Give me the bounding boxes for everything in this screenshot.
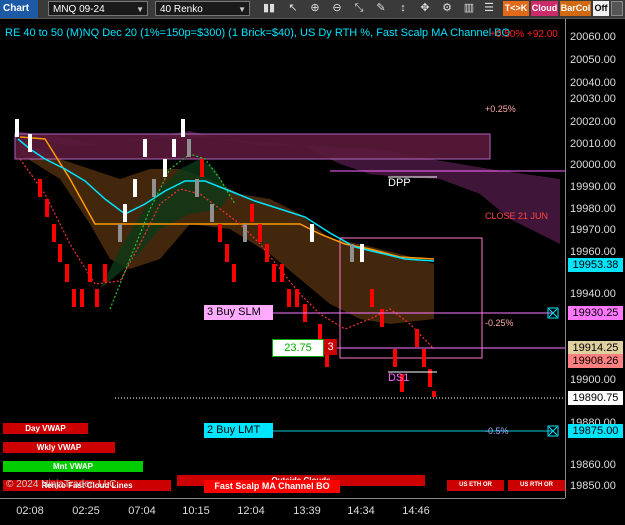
price-marker-top: 19953.38 <box>568 258 623 272</box>
x-tick-label: 02:08 <box>16 505 44 517</box>
buy-lmt-order-label[interactable]: 2 Buy LMT <box>204 423 273 438</box>
x-tick-label: 07:04 <box>128 505 156 517</box>
pct-plus-label: +0.25% <box>485 104 516 114</box>
price-marker-last: 19908.26 <box>568 354 623 368</box>
cursor-icon[interactable]: ↖ <box>286 1 300 16</box>
us-rth-or-button[interactable]: US RTH OR <box>508 480 565 491</box>
price-marker-buy-lmt: 19875.00 <box>568 424 623 438</box>
copyright-text: © 2024 NinjaTrader, LLC <box>6 479 117 490</box>
y-tick-label: 20040.00 <box>570 77 616 89</box>
share-icon[interactable] <box>611 1 623 16</box>
day-vwap-button[interactable]: Day VWAP <box>3 423 88 434</box>
dpp-label: DPP <box>388 177 411 189</box>
chevron-down-icon: ▼ <box>136 5 144 14</box>
y-tick-label: 19960.00 <box>570 246 616 258</box>
mnt-vwap-button[interactable]: Mnt VWAP <box>3 461 143 472</box>
position-pnl-value: 23.75 <box>272 339 324 357</box>
x-tick-label: 02:25 <box>72 505 100 517</box>
cloud-toggle[interactable]: Cloud <box>531 1 558 16</box>
zone-box-top <box>14 133 491 160</box>
chart-title: RE 40 to 50 (M)NQ Dec 20 (1%=150p=$300) … <box>5 27 511 39</box>
barcol-toggle[interactable]: BarCol <box>560 1 591 16</box>
zoom-out-icon[interactable]: ⊖ <box>330 1 344 16</box>
y-tick-label: 19990.00 <box>570 181 616 193</box>
close-label: CLOSE 21 JUN <box>485 211 549 221</box>
text-icon[interactable]: ✎ <box>374 1 388 16</box>
strategy-icon[interactable]: ⚙ <box>440 1 454 16</box>
chart-tab[interactable]: Chart <box>0 0 38 18</box>
pct-minus-label: -0.25% <box>485 318 514 328</box>
bar-type-selector[interactable]: 40 Renko ▼ <box>155 1 250 16</box>
toolbar: Chart MNQ 09-24 ▼ 40 Renko ▼ ▮▮ ↖ ⊕ ⊖ ⤡ … <box>0 0 625 19</box>
tk-toggle[interactable]: T<>K <box>503 1 529 16</box>
position-qty[interactable]: 3 <box>324 339 337 355</box>
pan-icon[interactable]: ✥ <box>418 1 432 16</box>
columns-icon[interactable]: ▥ <box>462 1 476 16</box>
y-tick-label: 20020.00 <box>570 116 616 128</box>
y-tick-label: 19850.00 <box>570 480 616 492</box>
price-marker-gray: 19914.25 <box>568 341 623 355</box>
y-tick-label: 19970.00 <box>570 224 616 236</box>
y-tick-label: 20050.00 <box>570 54 616 66</box>
price-marker-buy-slm: 19930.25 <box>568 306 623 320</box>
time-axis[interactable]: 02:08 02:25 07:04 10:15 12:04 13:39 14:3… <box>0 498 565 525</box>
bars-icon[interactable]: ▮▮ <box>262 1 276 16</box>
y-tick-label: 19860.00 <box>570 459 616 471</box>
instrument-selector[interactable]: MNQ 09-24 ▼ <box>48 1 148 16</box>
y-tick-label: 19980.00 <box>570 203 616 215</box>
x-tick-label: 14:46 <box>402 505 430 517</box>
pct-value-top: +0.50% +92.00 <box>490 29 558 40</box>
x-tick-label: 12:04 <box>237 505 265 517</box>
buy-slm-order-label[interactable]: 3 Buy SLM <box>204 305 273 320</box>
y-tick-label: 20000.00 <box>570 159 616 171</box>
us-eth-or-button[interactable]: US ETH OR <box>447 480 504 491</box>
pct-minus-05-label: -0.5% <box>485 426 509 436</box>
y-tick-label: 20060.00 <box>570 31 616 43</box>
y-tick-label: 20010.00 <box>570 138 616 150</box>
zoom-in-icon[interactable]: ⊕ <box>308 1 322 16</box>
x-tick-label: 10:15 <box>182 505 210 517</box>
fast-scalp-button[interactable]: Fast Scalp MA Channel BO <box>204 480 340 493</box>
wkly-vwap-button[interactable]: Wkly VWAP <box>3 442 115 453</box>
chevron-down-icon: ▼ <box>238 5 246 14</box>
instrument-label: MNQ 09-24 <box>53 4 105 15</box>
price-marker-current: 19890.75 <box>568 391 623 405</box>
chart-plot-area[interactable]: RE 40 to 50 (M)NQ Dec 20 (1%=150p=$300) … <box>0 19 565 498</box>
y-tick-label: 19940.00 <box>570 288 616 300</box>
list-icon[interactable]: ☰ <box>482 1 496 16</box>
price-axis[interactable]: 20060.00 20050.00 20040.00 20030.00 2002… <box>565 19 625 498</box>
y-tick-label: 19900.00 <box>570 374 616 386</box>
off-toggle[interactable]: Off <box>593 1 609 16</box>
ds1-label: DS1 <box>388 372 410 384</box>
pointer-icon[interactable]: ⤡ <box>352 1 366 16</box>
x-tick-label: 13:39 <box>293 505 321 517</box>
x-tick-label: 14:34 <box>347 505 375 517</box>
scale-icon[interactable]: ↕ <box>396 1 410 16</box>
bar-type-label: 40 Renko <box>160 4 203 15</box>
y-tick-label: 20030.00 <box>570 93 616 105</box>
